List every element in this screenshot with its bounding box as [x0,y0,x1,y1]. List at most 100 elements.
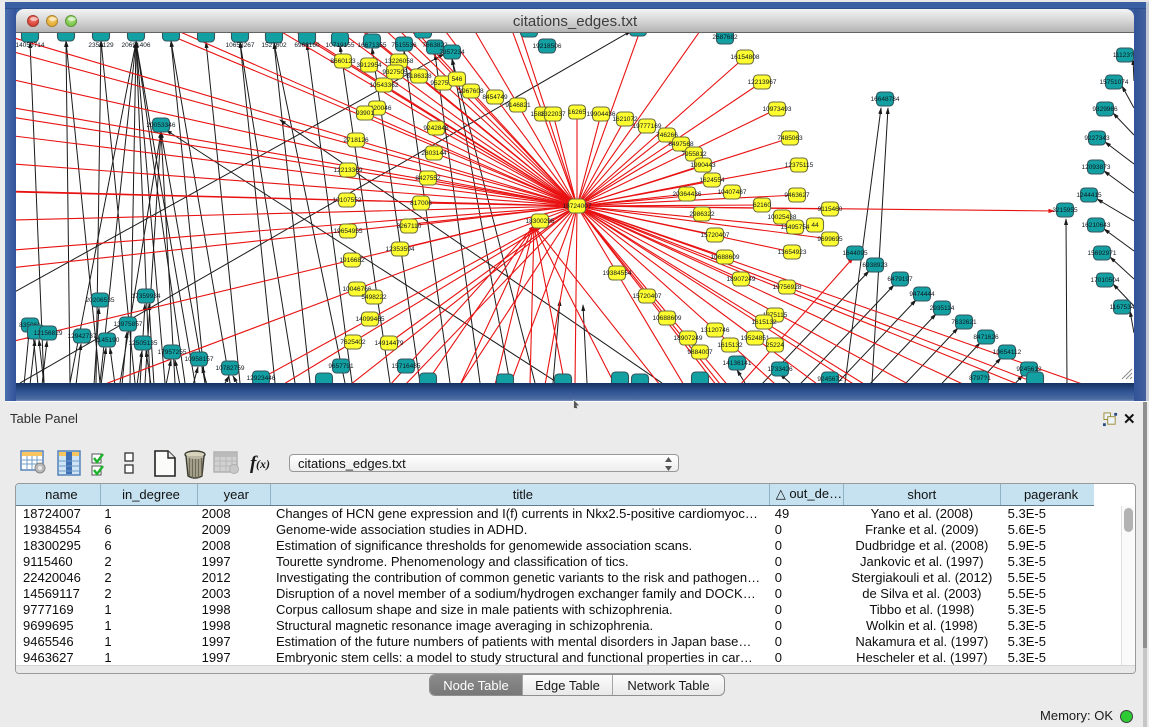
svg-text:17010504: 17010504 [1091,277,1120,284]
svg-text:13120746: 13120746 [701,327,730,334]
svg-text:10782759: 10782759 [216,365,245,372]
svg-text:10973493: 10973493 [763,106,792,113]
svg-text:12353594: 12353594 [386,246,415,253]
svg-text:9115460: 9115460 [818,206,843,213]
svg-text:10107552: 10107552 [333,197,362,204]
svg-text:62160: 62160 [753,202,771,209]
svg-text:546: 546 [452,76,463,83]
svg-text:10543362: 10543362 [370,82,399,89]
svg-text:20691406: 20691406 [122,42,151,49]
svg-text:12505135: 12505135 [129,340,158,347]
svg-text:10958157: 10958157 [185,356,214,363]
svg-text:16648784: 16648784 [871,96,900,103]
svg-text:9463627: 9463627 [784,192,810,199]
svg-text:17957255: 17957255 [158,349,187,356]
svg-text:18907249: 18907249 [727,276,756,283]
svg-text:14055714: 14055714 [16,42,45,49]
svg-text:12156829: 12156829 [34,330,63,337]
svg-text:7515536: 7515536 [391,42,417,49]
svg-text:16154808: 16154808 [731,54,760,61]
svg-text:1916682: 1916682 [339,257,365,264]
svg-text:1615132: 1615132 [717,342,743,349]
svg-text:12213967: 12213967 [748,79,777,86]
svg-text:20053346: 20053346 [147,122,176,129]
svg-text:2935114: 2935114 [930,305,955,312]
svg-text:44: 44 [811,222,819,229]
svg-text:8797?1: 8797?1 [969,375,991,382]
svg-text:6479197: 6479197 [887,276,913,283]
svg-text:1322037: 1322037 [540,111,566,118]
svg-text:10719155: 10719155 [326,42,355,49]
svg-text:1733426: 1733426 [767,366,793,373]
svg-text:12923446: 12923446 [247,375,276,382]
svg-text:2718126: 2718126 [343,137,369,144]
svg-text:15720407: 15720407 [701,232,730,239]
svg-text:14914479: 14914479 [375,340,404,347]
svg-text:13654923: 13654923 [778,249,807,256]
svg-text:2803144: 2803144 [421,150,447,157]
svg-text:13226058: 13226058 [385,58,414,65]
svg-text:19777169: 19777169 [633,123,662,130]
svg-text:14136141: 14136141 [723,360,752,367]
svg-text:19654955: 19654955 [334,228,363,235]
svg-text:25224: 25224 [766,342,784,349]
svg-text:12375115: 12375115 [785,162,814,169]
svg-text:2358129: 2358129 [88,42,114,49]
svg-text:10688609: 10688609 [653,315,682,322]
svg-text:6966160: 6966160 [294,42,320,49]
svg-text:9657791: 9657791 [328,363,354,370]
svg-text:2687682: 2687682 [712,34,738,41]
svg-text:12093873: 12093873 [1082,164,1111,171]
svg-text:8186328: 8186328 [406,73,432,80]
svg-text:1167534: 1167534 [1110,304,1134,311]
svg-text:9474444: 9474444 [909,291,935,298]
svg-text:19524851: 19524851 [741,335,770,342]
svg-text:8427552: 8427552 [415,175,441,182]
svg-text:1644095: 1644095 [842,250,868,257]
svg-text:1621072: 1621072 [612,116,638,123]
svg-text:15720407: 15720407 [633,293,662,300]
svg-text:9227343: 9227343 [1084,135,1110,142]
svg-text:93901: 93901 [356,110,374,117]
svg-text:20206535: 20206535 [86,297,115,304]
svg-text:19756928: 19756928 [773,284,802,291]
svg-text:8813054: 8813054 [516,33,542,34]
svg-text:18724007: 18724007 [563,203,592,210]
svg-text:1527602: 1527602 [261,42,287,49]
svg-text:8660123: 8660123 [330,58,356,65]
svg-text:16265: 16265 [568,109,586,116]
svg-text:11123?4: 11123?4 [1113,52,1134,59]
svg-text:9329966: 9329966 [1092,106,1118,113]
svg-text:1145190: 1145190 [95,337,120,344]
svg-text:817006: 817006 [410,200,432,207]
svg-text:20364436: 20364436 [673,191,702,198]
svg-text:9146821: 9146821 [505,102,531,109]
svg-text:10653267: 10653267 [226,42,255,49]
svg-text:19218506: 19218506 [533,43,562,50]
svg-text:1615132: 1615132 [751,319,777,326]
svg-text:15716485: 15716485 [392,363,421,370]
svg-text:10688609: 10688609 [711,254,740,261]
svg-text:13495754: 13495754 [781,224,810,231]
svg-text:15751074: 15751074 [1100,79,1129,86]
svg-text:18907249: 18907249 [674,335,703,342]
svg-text:15692971: 15692971 [1088,250,1117,257]
svg-text:7357234: 7357234 [439,49,465,56]
svg-text:1244415: 1244415 [1076,192,1102,199]
svg-text:19384554: 19384554 [603,270,632,277]
svg-text:6938923: 6938923 [862,262,888,269]
svg-text:14099465: 14099465 [356,316,385,323]
svg-text:10407487: 10407487 [718,189,747,196]
svg-text:16671355: 16671355 [358,42,387,49]
svg-text:10654112: 10654112 [993,349,1022,356]
svg-text:3267110: 3267110 [397,223,422,230]
svg-text:12942737: 12942737 [68,333,97,340]
svg-text:7632621: 7632621 [951,319,977,326]
svg-text:3912954: 3912954 [356,62,382,69]
svg-text:9327505: 9327505 [382,69,408,76]
svg-text:2986322: 2986322 [689,211,715,218]
svg-text:8471626: 8471626 [973,334,999,341]
svg-text:(x): (x) [256,457,270,471]
svg-text:9242848: 9242848 [423,125,449,132]
svg-text:9884007: 9884007 [687,349,713,356]
